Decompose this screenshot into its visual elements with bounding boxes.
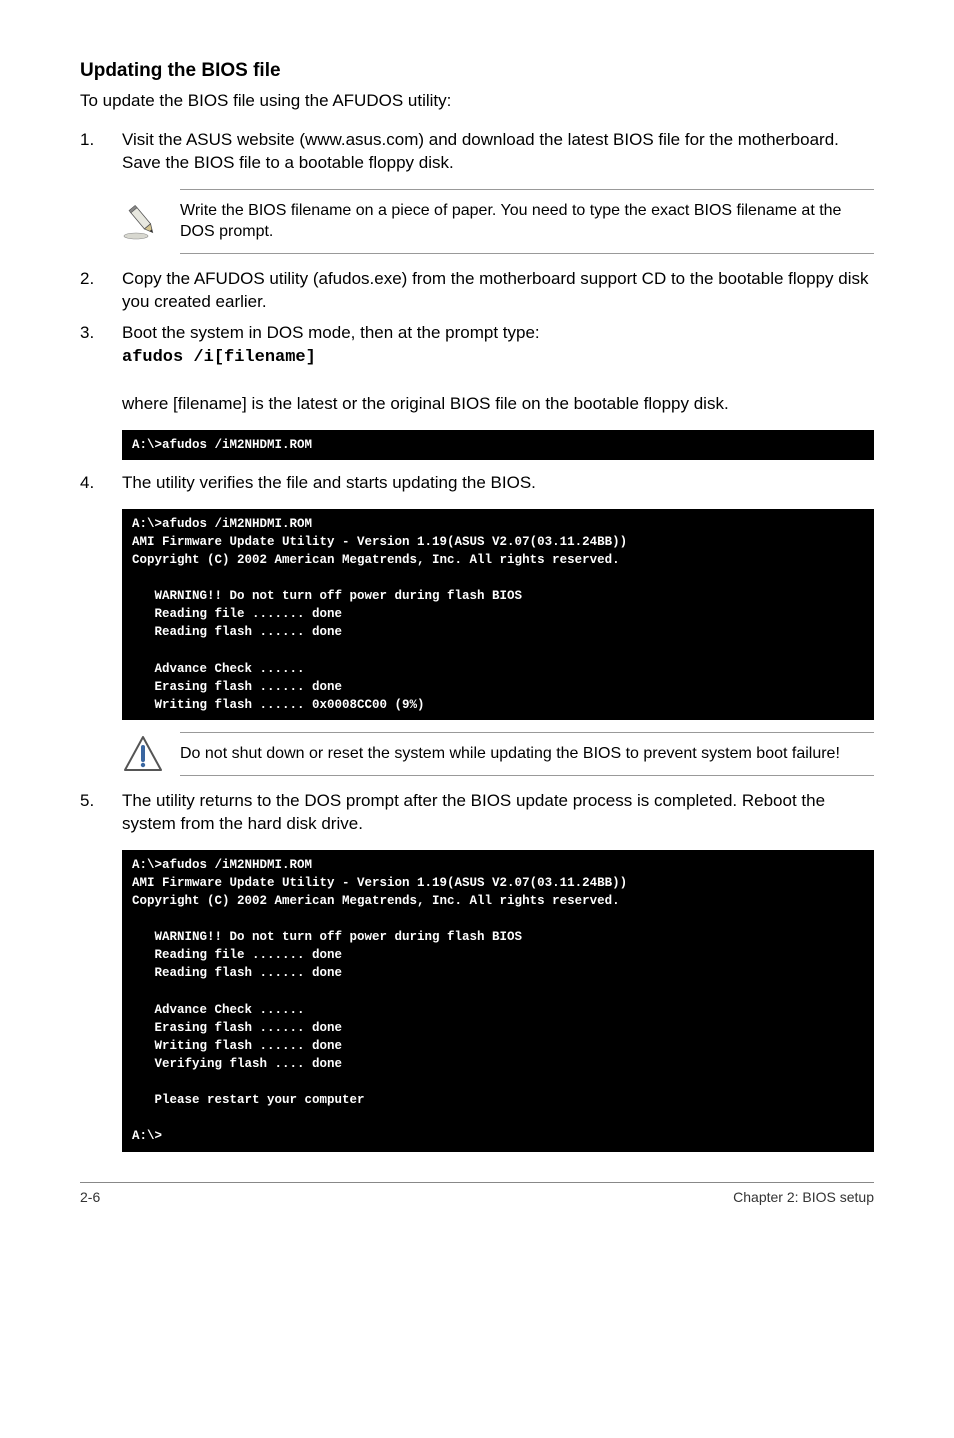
warning-text: Do not shut down or reset the system whi… (180, 732, 874, 776)
footer-page-number: 2-6 (80, 1189, 100, 1205)
step-list-4: 5. The utility returns to the DOS prompt… (80, 790, 874, 836)
step-list: 1. Visit the ASUS website (www.asus.com)… (80, 129, 874, 175)
terminal-output-3: A:\>afudos /iM2NHDMI.ROM AMI Firmware Up… (122, 850, 874, 1152)
step-3: 3. Boot the system in DOS mode, then at … (80, 322, 874, 416)
step-5: 5. The utility returns to the DOS prompt… (80, 790, 874, 836)
step-4: 4. The utility verifies the file and sta… (80, 472, 874, 495)
page-content: Updating the BIOS file To update the BIO… (0, 0, 954, 1225)
terminal-output-2: A:\>afudos /iM2NHDMI.ROM AMI Firmware Up… (122, 509, 874, 720)
page-footer: 2-6 Chapter 2: BIOS setup (80, 1182, 874, 1205)
terminal-output-1: A:\>afudos /iM2NHDMI.ROM (122, 430, 874, 460)
intro-text: To update the BIOS file using the AFUDOS… (80, 90, 874, 113)
step-list-2: 2. Copy the AFUDOS utility (afudos.exe) … (80, 268, 874, 416)
step-text: Copy the AFUDOS utility (afudos.exe) fro… (122, 268, 874, 314)
step-list-3: 4. The utility verifies the file and sta… (80, 472, 874, 495)
step-text: Visit the ASUS website (www.asus.com) an… (122, 129, 874, 175)
section-heading: Updating the BIOS file (80, 60, 874, 82)
step-text: The utility returns to the DOS prompt af… (122, 790, 874, 836)
footer-chapter: Chapter 2: BIOS setup (733, 1189, 874, 1205)
note-text: Write the BIOS filename on a piece of pa… (180, 189, 874, 254)
step-3-after: where [filename] is the latest or the or… (122, 394, 729, 413)
step-number: 3. (80, 322, 122, 416)
step-2: 2. Copy the AFUDOS utility (afudos.exe) … (80, 268, 874, 314)
step-text: The utility verifies the file and starts… (122, 472, 874, 495)
warning-callout: Do not shut down or reset the system whi… (122, 732, 874, 776)
command-text: afudos /i[filename] (122, 348, 316, 367)
step-number: 4. (80, 472, 122, 495)
step-number: 2. (80, 268, 122, 314)
pencil-icon (122, 200, 180, 242)
warning-icon (122, 733, 180, 775)
step-number: 1. (80, 129, 122, 175)
step-number: 5. (80, 790, 122, 836)
note-callout: Write the BIOS filename on a piece of pa… (122, 189, 874, 254)
step-1: 1. Visit the ASUS website (www.asus.com)… (80, 129, 874, 175)
step-3-line: Boot the system in DOS mode, then at the… (122, 323, 540, 342)
step-text: Boot the system in DOS mode, then at the… (122, 322, 874, 416)
